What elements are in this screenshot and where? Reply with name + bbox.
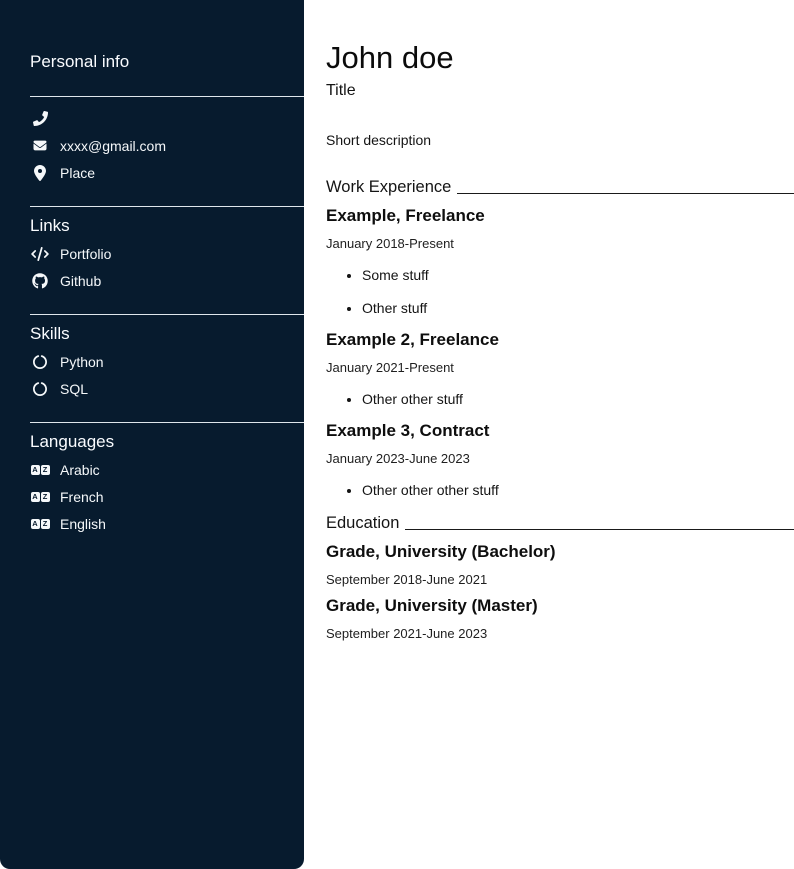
circle-notch-icon [30, 355, 50, 369]
phone-row [30, 105, 304, 132]
skills-heading: Skills [30, 324, 304, 344]
work-entry-title: Example 2, Freelance [326, 330, 794, 349]
languages-heading: Languages [30, 432, 304, 452]
portfolio-link-row[interactable]: Portfolio [30, 240, 304, 267]
links-heading: Links [30, 216, 304, 236]
work-entry-title: Example, Freelance [326, 206, 794, 225]
education-section-heading: Education [326, 514, 794, 533]
language-icon-letter: Z [41, 519, 50, 529]
sidebar: Personal info xxxx@gmail.com Place Links [0, 0, 304, 869]
github-link-label[interactable]: Github [60, 273, 101, 289]
github-link-row[interactable]: Github [30, 267, 304, 294]
language-icon-letter: Z [41, 465, 50, 475]
work-entry-dates: January 2023-June 2023 [326, 451, 794, 466]
language-icon: AZ [30, 492, 50, 502]
language-icon: AZ [30, 519, 50, 529]
language-label-english: English [60, 516, 106, 532]
divider [30, 314, 304, 315]
github-icon [30, 273, 50, 289]
work-entry-dates: January 2018-Present [326, 236, 794, 251]
language-icon-letter: A [31, 465, 40, 475]
code-icon [30, 247, 50, 261]
language-icon: AZ [30, 465, 50, 475]
bullet-item: Other stuff [362, 300, 794, 316]
email-label[interactable]: xxxx@gmail.com [60, 138, 166, 154]
language-icon-letter: A [31, 519, 40, 529]
map-marker-icon [30, 165, 50, 181]
education-entry-dates: September 2018-June 2021 [326, 572, 794, 587]
phone-icon [30, 111, 50, 126]
personal-info-heading: Personal info [30, 52, 304, 72]
portfolio-link-label[interactable]: Portfolio [60, 246, 111, 262]
work-entry-dates: January 2021-Present [326, 360, 794, 375]
email-row[interactable]: xxxx@gmail.com [30, 132, 304, 159]
person-title: Title [326, 82, 794, 100]
divider [30, 422, 304, 423]
divider [30, 206, 304, 207]
language-label-french: French [60, 489, 104, 505]
language-label-arabic: Arabic [60, 462, 100, 478]
skill-label-sql: SQL [60, 381, 88, 397]
person-name: John doe [326, 42, 794, 74]
language-row-french: AZ French [30, 483, 304, 510]
work-entry-title: Example 3, Contract [326, 421, 794, 440]
divider [30, 96, 304, 97]
language-row-arabic: AZ Arabic [30, 456, 304, 483]
work-entry-bullets: Other other stuff [326, 391, 794, 407]
envelope-icon [30, 139, 50, 152]
skill-row-sql: SQL [30, 375, 304, 402]
education-heading-label: Education [326, 514, 399, 533]
section-heading-rule [405, 529, 794, 530]
education-entry-title: Grade, University (Master) [326, 596, 794, 615]
section-heading-rule [457, 193, 794, 194]
circle-notch-icon [30, 382, 50, 396]
skill-label-python: Python [60, 354, 104, 370]
resume-body: John doe Title Short description Work Ex… [304, 0, 794, 869]
work-experience-heading-label: Work Experience [326, 178, 451, 197]
short-description: Short description [326, 132, 794, 148]
work-experience-section-heading: Work Experience [326, 178, 794, 197]
work-entry-bullets: Some stuff Other stuff [326, 267, 794, 316]
bullet-item: Other other stuff [362, 391, 794, 407]
language-icon-letter: Z [41, 492, 50, 502]
place-row: Place [30, 159, 304, 186]
resume-page: Personal info xxxx@gmail.com Place Links [0, 0, 794, 869]
bullet-item: Other other other stuff [362, 482, 794, 498]
bullet-item: Some stuff [362, 267, 794, 283]
skill-row-python: Python [30, 348, 304, 375]
education-entry-dates: September 2021-June 2023 [326, 626, 794, 641]
language-row-english: AZ English [30, 510, 304, 537]
place-label: Place [60, 165, 95, 181]
work-entry-bullets: Other other other stuff [326, 482, 794, 498]
language-icon-letter: A [31, 492, 40, 502]
education-entry-title: Grade, University (Bachelor) [326, 542, 794, 561]
